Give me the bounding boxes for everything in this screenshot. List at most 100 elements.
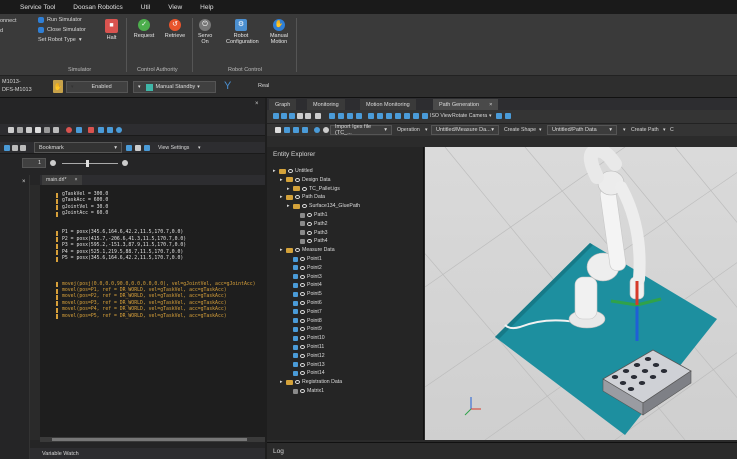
debug-step-icon[interactable]	[107, 127, 113, 133]
tree-item[interactable]: Path3	[294, 230, 328, 236]
visibility-eye-icon[interactable]	[300, 389, 305, 393]
open-file-icon[interactable]	[284, 127, 290, 133]
view-iso2-icon[interactable]	[395, 113, 401, 119]
manual-standby-dropdown[interactable]: ▾ Manual Standby ▾	[133, 81, 216, 93]
tree-item[interactable]: Point14	[287, 370, 325, 376]
create-path-menu[interactable]: Create Path	[631, 127, 659, 133]
visibility-eye-icon[interactable]	[307, 230, 312, 235]
visibility-eye-icon[interactable]	[300, 292, 305, 297]
visibility-eye-icon[interactable]	[300, 318, 305, 323]
zoom-out-icon[interactable]	[50, 160, 56, 166]
copy-icon[interactable]	[17, 127, 23, 133]
tree-item[interactable]: Path1	[294, 212, 328, 218]
visibility-eye-icon[interactable]	[288, 169, 293, 173]
close-icon[interactable]: ×	[22, 179, 26, 185]
3d-viewport[interactable]	[425, 147, 737, 440]
visibility-eye-icon[interactable]	[302, 186, 307, 191]
save-file-icon[interactable]	[293, 127, 299, 133]
menu-view[interactable]: View	[168, 4, 182, 11]
measure-data-dropdown[interactable]: Untitled/Measure Da... ▾	[431, 125, 499, 135]
real-mode-label[interactable]: Real	[258, 83, 269, 89]
snapshot-icon[interactable]	[505, 113, 511, 119]
view-iso3-icon[interactable]	[404, 113, 410, 119]
pan-icon[interactable]	[289, 113, 295, 119]
close-simulator-button[interactable]: Close Simulator	[38, 27, 86, 33]
rotate-icon[interactable]	[281, 113, 287, 119]
tab-motion-monitoring[interactable]: Motion Monitoring	[360, 99, 416, 110]
select-icon[interactable]	[273, 113, 279, 119]
close-icon[interactable]: ×	[489, 102, 492, 108]
tree-item[interactable]: ▸ Path Data	[280, 194, 325, 200]
scrollbar-thumb[interactable]	[52, 438, 247, 441]
visibility-eye-icon[interactable]	[302, 204, 307, 209]
expand-arrow-icon[interactable]: ▸	[287, 203, 291, 209]
indent-icon[interactable]	[20, 145, 26, 151]
expand-arrow-icon[interactable]: ▸	[273, 168, 277, 174]
expand-arrow-icon[interactable]: ▸	[280, 177, 284, 183]
visibility-eye-icon[interactable]	[300, 353, 305, 358]
replace-icon[interactable]	[44, 127, 50, 133]
bookmark-dropdown[interactable]: Bookmark ▾	[34, 142, 122, 153]
menu-doosan-robotics[interactable]: Doosan Robotics	[73, 4, 123, 11]
visibility-eye-icon[interactable]	[300, 309, 305, 314]
halt-button[interactable]: ■ Halt	[105, 19, 118, 41]
view-iso1-icon[interactable]	[386, 113, 392, 119]
tree-item[interactable]: ▸ TC_Pallet.igs	[287, 186, 340, 192]
visibility-eye-icon[interactable]	[295, 248, 300, 253]
bookmark-next-icon[interactable]	[135, 145, 141, 151]
step-icon[interactable]	[76, 127, 82, 133]
visibility-eye-icon[interactable]	[300, 327, 305, 332]
tree-item[interactable]: ▸ Measure Data	[280, 247, 335, 253]
visibility-eye-icon[interactable]	[295, 380, 300, 385]
tree-item[interactable]: Path4	[294, 238, 328, 244]
redo-icon[interactable]	[323, 127, 329, 133]
new-file-icon[interactable]	[275, 127, 281, 133]
path-data-dropdown[interactable]: Untitled/Path Data ▾	[547, 125, 617, 135]
visibility-eye-icon[interactable]	[300, 371, 305, 376]
visibility-eye-icon[interactable]	[307, 239, 312, 244]
expand-arrow-icon[interactable]: ▸	[287, 186, 291, 192]
tab-graph[interactable]: Graph	[269, 99, 297, 110]
request-button[interactable]: ✓ Request	[133, 19, 155, 39]
save-icon[interactable]	[26, 127, 32, 133]
expand-arrow-icon[interactable]: ▸	[280, 247, 284, 253]
tree-item[interactable]: ▸ Design Data	[280, 177, 331, 183]
camera-icon[interactable]	[496, 113, 502, 119]
bookmark-clear-icon[interactable]	[144, 145, 150, 151]
editor-scrollbar[interactable]	[40, 437, 265, 442]
operation-menu[interactable]: Operation	[397, 127, 420, 133]
visibility-eye-icon[interactable]	[295, 195, 300, 200]
record-icon[interactable]	[8, 127, 14, 133]
menu-help[interactable]: Help	[200, 4, 213, 11]
breakpoint-icon[interactable]	[66, 127, 72, 133]
manual-motion-button[interactable]: ✋ Manual Motion	[266, 19, 292, 45]
zoom-slider[interactable]	[62, 163, 118, 164]
tree-item[interactable]: ▸ Surface134_GluePath	[287, 203, 360, 209]
robot-configuration-button[interactable]: ⚙ Robot Configuration	[221, 19, 261, 45]
expand-arrow-icon[interactable]: ▸	[280, 379, 284, 385]
undo-icon[interactable]	[314, 127, 320, 133]
menu-util[interactable]: Util	[141, 4, 150, 11]
search-icon[interactable]	[35, 127, 41, 133]
save-as-icon[interactable]	[302, 127, 308, 133]
comment-icon[interactable]	[12, 145, 18, 151]
visibility-eye-icon[interactable]	[300, 362, 305, 367]
view-back-icon[interactable]	[338, 113, 344, 119]
rotate-camera-button[interactable]: Rotate Camera	[452, 113, 487, 119]
tree-item[interactable]: Point9	[287, 326, 322, 332]
tab-path-generation[interactable]: Path Generation ×	[433, 99, 499, 110]
debug-icon[interactable]	[98, 127, 104, 133]
visibility-eye-icon[interactable]	[300, 336, 305, 341]
visibility-eye-icon[interactable]	[295, 177, 300, 182]
zoom-slider-thumb[interactable]	[86, 160, 89, 167]
tree-item[interactable]: Path2	[294, 221, 328, 227]
delete-icon[interactable]	[315, 113, 321, 119]
fit-icon[interactable]	[305, 113, 311, 119]
menu-service-tool[interactable]: Service Tool	[20, 4, 55, 11]
tree-item[interactable]: Point6	[287, 300, 322, 306]
goto-icon[interactable]	[53, 127, 59, 133]
enabled-dropdown[interactable]: ▾ Enabled	[66, 81, 128, 93]
visibility-eye-icon[interactable]	[300, 345, 305, 349]
info-icon[interactable]	[116, 127, 122, 133]
bookmark-toggle-icon[interactable]	[126, 145, 132, 151]
